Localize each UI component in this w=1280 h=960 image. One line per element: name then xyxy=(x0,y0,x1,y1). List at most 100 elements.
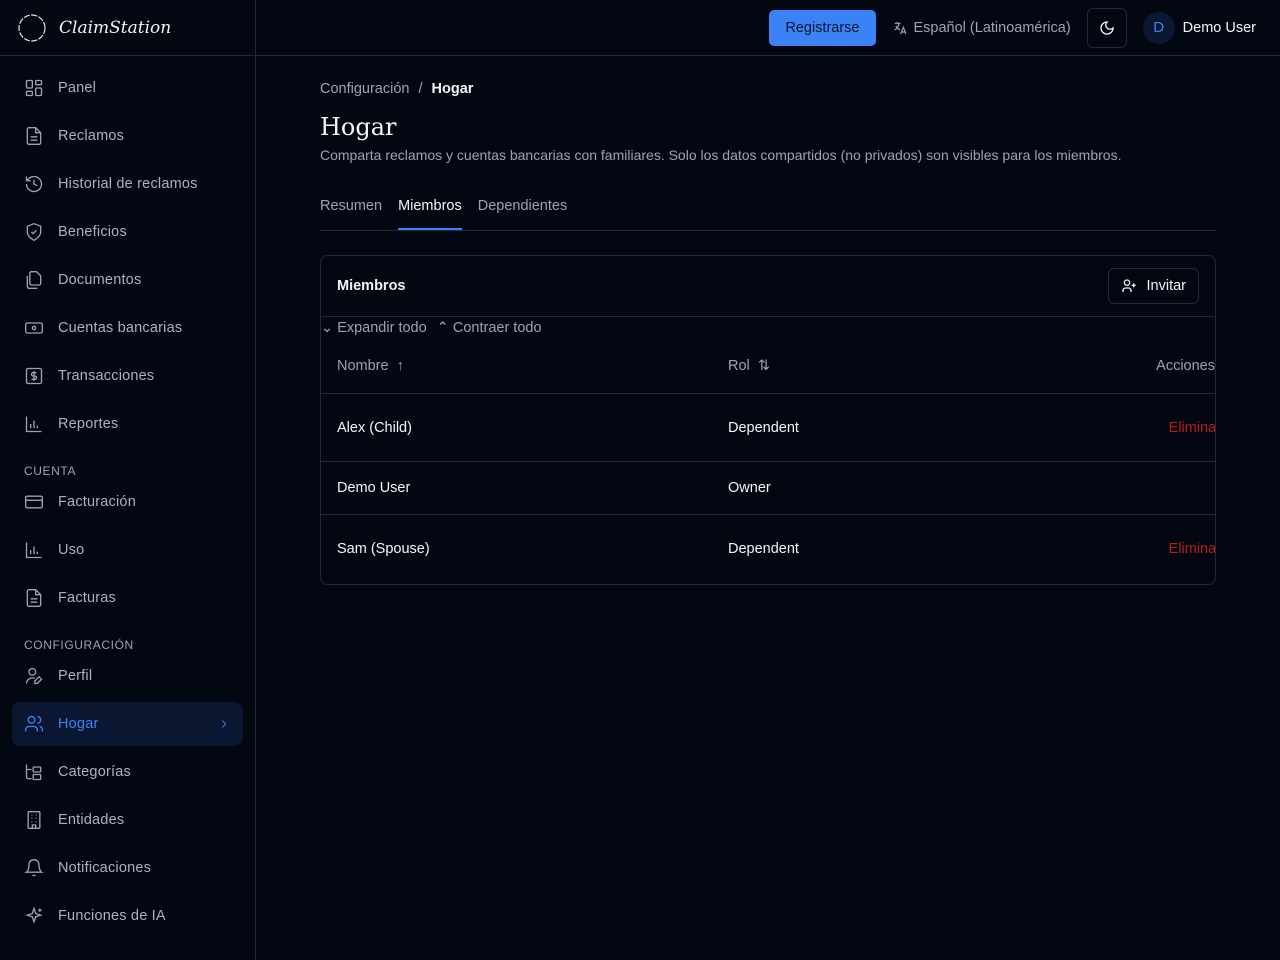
document-icon xyxy=(24,126,44,146)
sidebar-section-title: CUENTA xyxy=(12,450,243,480)
tab-resumen[interactable]: Resumen xyxy=(320,185,382,230)
column-rol-label: Rol xyxy=(728,358,750,374)
sidebar-item-historial-de-reclamos[interactable]: Historial de reclamos xyxy=(12,162,243,206)
building-icon xyxy=(24,810,44,830)
remove-member-button[interactable]: Eliminar xyxy=(1169,541,1216,557)
logo-icon xyxy=(17,13,47,43)
sidebar-item-label: Facturas xyxy=(58,590,116,606)
sidebar-item-categor-as[interactable]: Categorías xyxy=(12,750,243,794)
sidebar-item-perfil[interactable]: Perfil xyxy=(12,654,243,698)
column-nombre[interactable]: Nombre ↑ xyxy=(321,358,728,374)
sidebar-item-facturas[interactable]: Facturas xyxy=(12,576,243,620)
user-plus-icon xyxy=(1121,278,1137,294)
tabs: Resumen Miembros Dependientes xyxy=(320,185,1216,231)
users-icon xyxy=(24,714,44,734)
sidebar-item-reclamos[interactable]: Reclamos xyxy=(12,114,243,158)
breadcrumb-current: Hogar xyxy=(432,81,474,97)
credit-card-icon xyxy=(24,492,44,512)
tab-miembros[interactable]: Miembros xyxy=(398,185,462,230)
sidebar-item-label: Perfil xyxy=(58,668,92,684)
member-name: Alex (Child) xyxy=(321,420,728,436)
sidebar-item-panel[interactable]: Panel xyxy=(12,66,243,110)
history-icon xyxy=(24,174,44,194)
sidebar-item-notificaciones[interactable]: Notificaciones xyxy=(12,846,243,890)
collapse-all-button[interactable]: ⌃ Contraer todo xyxy=(437,320,542,336)
register-button[interactable]: Registrarse xyxy=(769,10,875,46)
user-name: Demo User xyxy=(1183,20,1256,36)
user-menu[interactable]: D Demo User xyxy=(1143,12,1256,44)
chart-icon xyxy=(24,540,44,560)
sidebar-item-label: Cuentas bancarias xyxy=(58,320,182,336)
language-selector[interactable]: Español (Latinoamérica) xyxy=(892,20,1071,36)
sidebar-item-entidades[interactable]: Entidades xyxy=(12,798,243,842)
tree-icon xyxy=(24,762,44,782)
member-role: Dependent xyxy=(728,541,1128,557)
sort-icon: ⇅ xyxy=(754,358,770,374)
sparkles-icon xyxy=(24,906,44,926)
sidebar-item-documentos[interactable]: Documentos xyxy=(12,258,243,302)
expand-all-button[interactable]: ⌄ Expandir todo xyxy=(321,320,427,336)
sidebar-item-label: Uso xyxy=(58,542,84,558)
sidebar-item-beneficios[interactable]: Beneficios xyxy=(12,210,243,254)
sidebar-item-facturaci-n[interactable]: Facturación xyxy=(12,480,243,524)
main-content: Configuración / Hogar Hogar Comparta recla… xyxy=(320,56,1216,585)
table-row: Sam (Spouse)Dependent Eliminar xyxy=(321,515,1215,583)
theme-toggle[interactable] xyxy=(1087,8,1127,48)
member-name: Demo User xyxy=(321,480,728,496)
member-role: Dependent xyxy=(728,420,1128,436)
document-icon xyxy=(24,588,44,608)
sidebar-item-label: Hogar xyxy=(58,716,99,732)
sidebar-item-transacciones[interactable]: Transacciones xyxy=(12,354,243,398)
breadcrumb-configuracion[interactable]: Configuración xyxy=(320,81,409,97)
bell-icon xyxy=(24,858,44,878)
column-acciones: Acciones xyxy=(1128,358,1215,374)
page-title: Hogar xyxy=(320,113,1216,141)
sidebar-item-funciones-de-ia[interactable]: Funciones de IA xyxy=(12,894,243,938)
breadcrumb-separator: / xyxy=(418,81,422,97)
sidebar-nav: Panel Reclamos Historial de reclamos Benefi… xyxy=(0,56,255,952)
sidebar-item-label: Reportes xyxy=(58,416,118,432)
moon-icon xyxy=(1099,20,1115,36)
sidebar-section-title: CONFIGURACIÓN xyxy=(12,624,243,654)
sidebar-item-reportes[interactable]: Reportes xyxy=(12,402,243,446)
sidebar-item-label: Funciones de IA xyxy=(58,908,166,924)
chart-icon xyxy=(24,414,44,434)
chevron-right-icon xyxy=(217,717,231,731)
table-header: Nombre ↑ Rol ⇅ Acciones xyxy=(321,339,1215,394)
table-row: Alex (Child)Dependent Eliminar xyxy=(321,394,1215,462)
dollar-icon xyxy=(24,366,44,386)
sidebar-item-uso[interactable]: Uso xyxy=(12,528,243,572)
column-nombre-label: Nombre xyxy=(337,358,389,374)
collapse-all-label: Contraer todo xyxy=(453,320,542,336)
sort-asc-icon: ↑ xyxy=(393,358,404,374)
column-rol[interactable]: Rol ⇅ xyxy=(728,358,1128,374)
sidebar-item-label: Notificaciones xyxy=(58,860,151,876)
members-card: Miembros Invitar ⌄ Expandir todo ⌃ Contr… xyxy=(320,255,1216,585)
table-row: Demo UserOwner xyxy=(321,462,1215,515)
member-name: Sam (Spouse) xyxy=(321,541,728,557)
logo[interactable]: ClaimStation xyxy=(0,0,255,56)
member-role: Owner xyxy=(728,480,1128,496)
sidebar-item-cuentas-bancarias[interactable]: Cuentas bancarias xyxy=(12,306,243,350)
sidebar-item-label: Panel xyxy=(58,80,96,96)
files-icon xyxy=(24,270,44,290)
invite-label: Invitar xyxy=(1147,278,1187,294)
topbar: Registrarse Español (Latinoamérica) D De… xyxy=(256,0,1280,56)
dashboard-icon xyxy=(24,78,44,98)
tab-dependientes[interactable]: Dependientes xyxy=(478,185,568,230)
sidebar-item-label: Beneficios xyxy=(58,224,127,240)
expand-all-label: Expandir todo xyxy=(337,320,426,336)
sidebar-item-hogar[interactable]: Hogar xyxy=(12,702,243,746)
sidebar-item-label: Historial de reclamos xyxy=(58,176,198,192)
banknote-icon xyxy=(24,318,44,338)
user-pen-icon xyxy=(24,666,44,686)
sidebar: ClaimStation Panel Reclamos Historial de r… xyxy=(0,0,256,960)
invite-button[interactable]: Invitar xyxy=(1108,268,1200,304)
translate-icon xyxy=(892,20,908,36)
remove-member-button[interactable]: Eliminar xyxy=(1169,420,1216,436)
page-description: Comparta reclamos y cuentas bancarias co… xyxy=(320,147,1216,163)
shield-icon xyxy=(24,222,44,242)
app-name: ClaimStation xyxy=(59,18,171,38)
members-title: Miembros xyxy=(337,278,406,294)
sidebar-item-label: Categorías xyxy=(58,764,131,780)
